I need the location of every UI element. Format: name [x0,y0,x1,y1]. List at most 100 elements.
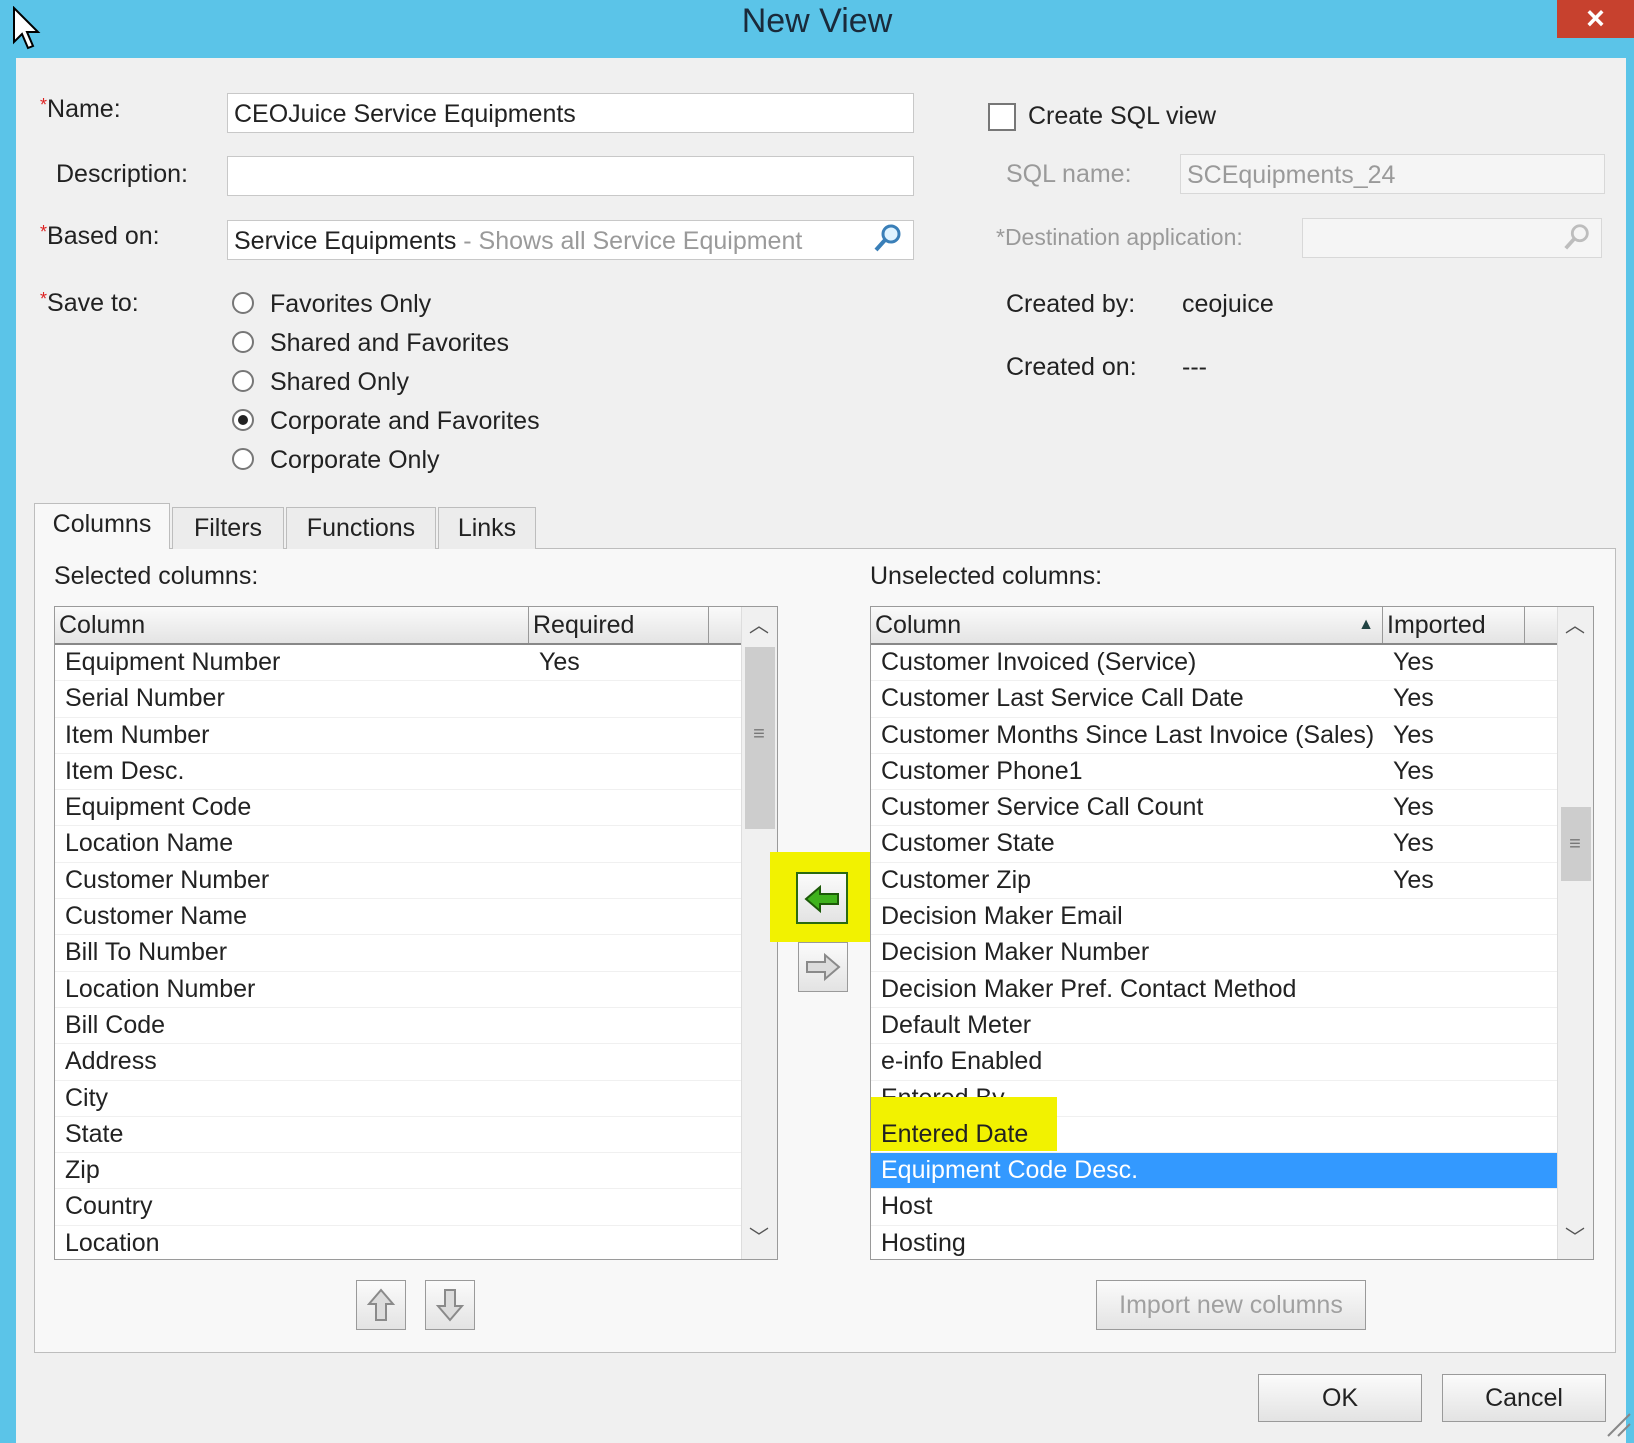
column-header-label: Column [875,611,962,639]
scroll-down-icon[interactable]: ﹀ [742,1221,776,1255]
table-row[interactable]: Decision Maker Email [871,899,1593,936]
close-button[interactable]: × [1557,0,1634,38]
table-row[interactable]: State [55,1117,777,1154]
scroll-up-icon[interactable]: ︿ [1558,609,1592,643]
row-column-cell: Customer Name [65,902,247,931]
radio-shared-only[interactable]: Shared Only [232,368,552,404]
table-row[interactable]: Hosting [871,1226,1593,1259]
table-row[interactable]: Equipment Code [55,790,777,827]
move-down-button[interactable] [425,1280,475,1330]
table-row[interactable]: Address [55,1044,777,1081]
row-required-cell: Yes [539,648,580,676]
selected-columns-label: Selected columns: [54,562,259,590]
row-column-cell: e-info Enabled [881,1047,1043,1076]
mouse-cursor-icon [13,6,41,50]
table-row[interactable]: Customer Zip Yes [871,863,1593,900]
based-on-input[interactable]: Service Equipments - Shows all Service E… [227,220,914,260]
table-row[interactable]: Customer Phone1 Yes [871,754,1593,791]
arrow-up-icon [366,1288,396,1321]
sql-name-input[interactable]: SCEquipments_24 [1180,154,1605,194]
table-row[interactable]: Decision Maker Pref. Contact Method [871,972,1593,1008]
create-sql-view-checkbox[interactable] [988,103,1016,131]
radio-shared-and-favorites[interactable]: Shared and Favorites [232,329,552,365]
move-right-button[interactable] [798,942,848,992]
scroll-down-icon[interactable]: ﹀ [1558,1221,1592,1255]
table-row[interactable]: Bill Code [55,1008,777,1045]
table-row[interactable]: e-info Enabled [871,1044,1593,1081]
table-row[interactable]: Country [55,1189,777,1226]
arrow-down-icon [435,1289,465,1322]
scroll-up-icon[interactable]: ︿ [742,609,776,643]
radio-label: Corporate and Favorites [270,407,540,435]
required-header[interactable]: Required [529,607,709,643]
radio-corporate-only[interactable]: Corporate Only [232,446,552,482]
row-column-cell: Location Number [65,974,256,1003]
unselected-scrollbar[interactable]: ︿ ≡ ﹀ [1557,607,1593,1259]
description-input[interactable] [227,156,914,196]
created-on-label: Created on: [1006,353,1137,381]
search-icon [1564,224,1589,250]
row-column-cell: Host [881,1192,933,1221]
arrow-left-icon [804,884,839,914]
table-row[interactable]: City [55,1081,777,1117]
table-row[interactable]: Bill To Number [55,935,777,972]
row-column-cell: Equipment Number [65,648,281,676]
table-row[interactable]: Decision Maker Number [871,935,1593,972]
table-row[interactable]: Customer Name [55,899,777,936]
arrow-right-icon [806,952,841,982]
table-row[interactable]: Host [871,1189,1593,1226]
radio-button[interactable] [232,331,254,353]
move-left-button[interactable] [796,872,848,924]
search-icon[interactable] [872,222,904,254]
radio-button[interactable] [232,448,254,470]
row-column-cell: Item Number [65,720,210,749]
table-row[interactable]: Equipment Number Yes [55,645,777,682]
table-row[interactable]: Serial Number [55,681,777,718]
unselected-columns-label: Unselected columns: [870,562,1103,590]
row-column-cell: Hosting [881,1228,966,1257]
radio-corporate-and-favorites[interactable]: Corporate and Favorites [232,407,552,443]
column-header[interactable]: Column ▲ [871,607,1383,643]
column-header[interactable]: Column [55,607,529,643]
table-row[interactable]: Location [55,1226,777,1259]
import-new-columns-button[interactable]: Import new columns [1096,1280,1366,1330]
radio-button-selected[interactable] [232,409,254,431]
resize-grip-icon[interactable] [1604,1410,1632,1438]
tab-functions[interactable]: Functions [286,507,436,549]
sql-name-label: SQL name: [1006,160,1132,188]
selected-rows: Equipment Number Yes Serial Number Item Num… [55,645,777,1259]
table-row[interactable]: Item Number [55,718,777,754]
ok-button[interactable]: OK [1258,1374,1422,1422]
row-column-cell: Default Meter [881,1010,1032,1039]
table-row[interactable]: Default Meter [871,1008,1593,1045]
row-column-cell: Customer Service Call Count [881,793,1204,822]
radio-label: Shared Only [270,368,409,396]
table-row[interactable]: Customer State Yes [871,826,1593,863]
cancel-button[interactable]: Cancel [1442,1374,1606,1422]
table-row[interactable]: Location Name [55,826,777,863]
table-row[interactable]: Customer Service Call Count Yes [871,790,1593,827]
row-imported-cell: Yes [1393,684,1434,713]
radio-button[interactable] [232,292,254,314]
imported-header[interactable]: Imported [1383,607,1525,643]
name-input[interactable]: CEOJuice Service Equipments [227,93,914,133]
table-row[interactable]: Zip [55,1153,777,1190]
destination-application-label: *Destination application: [996,224,1243,250]
tab-columns[interactable]: Columns [34,503,170,549]
destination-application-input[interactable] [1302,218,1602,258]
radio-button[interactable] [232,370,254,392]
table-row[interactable]: Location Number [55,972,777,1008]
table-row[interactable]: Entered Date [871,1096,1593,1154]
table-row[interactable]: Customer Number [55,863,777,900]
sort-ascending-icon: ▲ [1358,616,1374,633]
tab-filters[interactable]: Filters [172,507,284,549]
table-row[interactable]: Customer Invoiced (Service) Yes [871,645,1593,682]
radio-favorites-only[interactable]: Favorites Only [232,290,552,326]
table-row[interactable]: Customer Months Since Last Invoice (Sale… [871,718,1593,754]
row-column-cell: Customer State [881,829,1055,858]
table-row-selected[interactable]: Equipment Code Desc. [871,1153,1593,1190]
move-up-button[interactable] [356,1280,406,1330]
tab-links[interactable]: Links [438,507,536,549]
table-row[interactable]: Item Desc. [55,754,777,791]
table-row[interactable]: Customer Last Service Call Date Yes [871,681,1593,718]
